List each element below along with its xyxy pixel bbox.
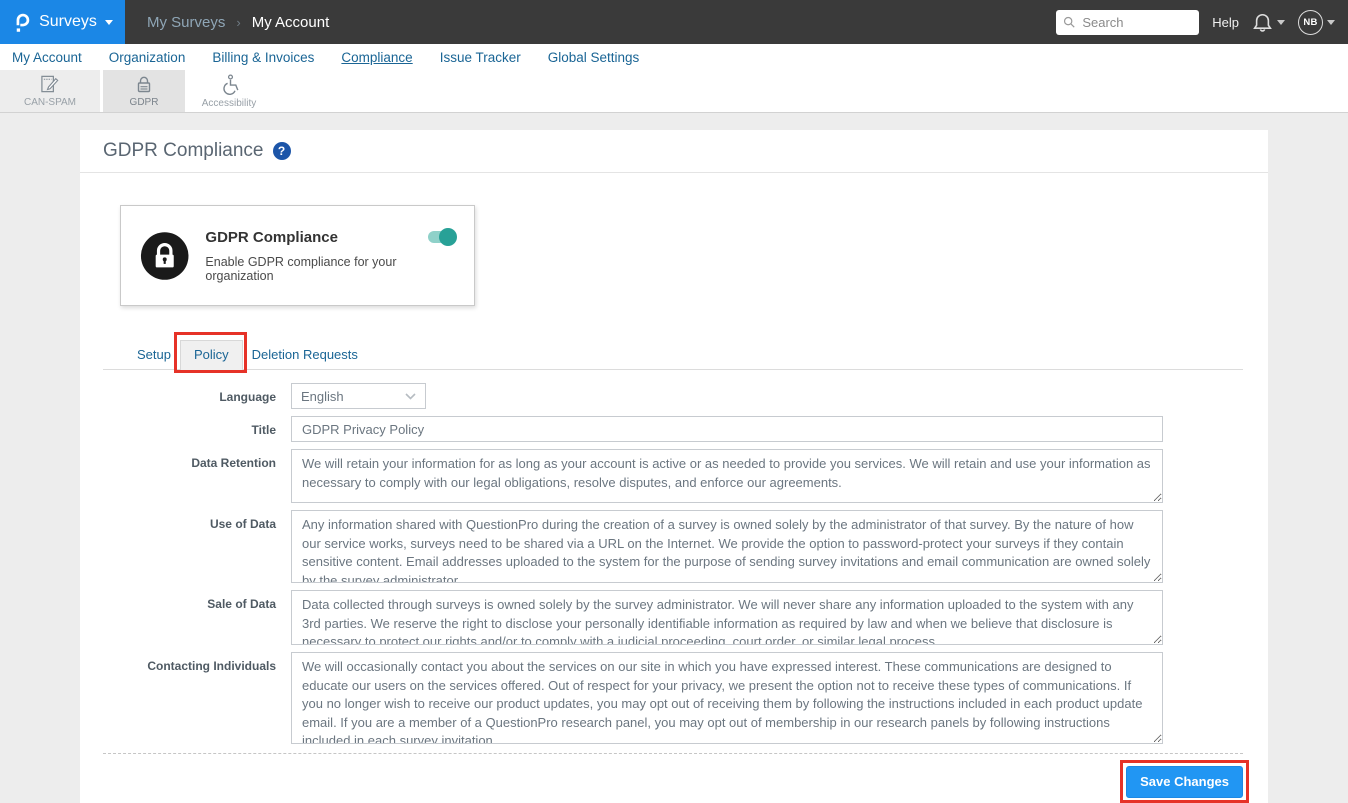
breadcrumb-parent-link[interactable]: My Surveys — [147, 14, 225, 31]
accessibility-icon — [219, 74, 239, 95]
gdpr-compliance-panel: GDPR Compliance ? GDPR Compliance Enable… — [80, 130, 1268, 803]
title-input[interactable] — [291, 416, 1163, 442]
document-pencil-icon — [40, 74, 61, 94]
contacting-individuals-label: Contacting Individuals — [80, 652, 276, 744]
contacting-individuals-textarea[interactable]: We will occasionally contact you about t… — [291, 652, 1163, 744]
compliance-section-tabs: CAN-SPAM GDPR Accessibility — [0, 70, 1348, 113]
language-select[interactable]: English — [291, 383, 426, 409]
sale-of-data-textarea[interactable]: Data collected through surveys is owned … — [291, 590, 1163, 645]
notification-bell-icon — [1252, 12, 1273, 33]
data-retention-row: Data Retention We will retain your infor… — [80, 449, 1268, 503]
data-retention-textarea[interactable]: We will retain your information for as l… — [291, 449, 1163, 503]
chevron-down-icon — [405, 393, 416, 400]
chevron-down-icon — [105, 20, 113, 25]
search-input[interactable] — [1080, 14, 1192, 31]
subnav-item-organization[interactable]: Organization — [109, 50, 186, 65]
subnav-item-global-settings[interactable]: Global Settings — [548, 50, 640, 65]
use-of-data-label: Use of Data — [80, 510, 276, 583]
language-row: Language English — [80, 383, 1268, 409]
tab-policy-wrapper: Policy — [180, 340, 243, 370]
sale-of-data-label: Sale of Data — [80, 590, 276, 645]
tab-can-spam[interactable]: CAN-SPAM — [0, 70, 100, 112]
tab-accessibility-label: Accessibility — [202, 98, 256, 109]
account-subnav: My Account Organization Billing & Invoic… — [0, 44, 1348, 70]
gdpr-toggle-switch[interactable] — [428, 231, 455, 243]
chevron-down-icon — [1327, 20, 1335, 25]
search-box[interactable] — [1056, 10, 1199, 35]
gdpr-card-description: Enable GDPR compliance for your organiza… — [205, 255, 455, 283]
subnav-item-my-account[interactable]: My Account — [12, 50, 82, 65]
lock-icon — [140, 230, 189, 282]
subnav-item-compliance[interactable]: Compliance — [341, 50, 412, 65]
gdpr-subtabs: Setup Policy Deletion Requests — [103, 340, 1243, 370]
subnav-item-issue-tracker[interactable]: Issue Tracker — [440, 50, 521, 65]
sale-of-data-row: Sale of Data Data collected through surv… — [80, 590, 1268, 645]
top-navigation-bar: Surveys My Surveys › My Account Help NB — [0, 0, 1348, 44]
panel-header: GDPR Compliance ? — [80, 130, 1268, 173]
breadcrumb-separator: › — [236, 15, 240, 30]
search-icon — [1063, 15, 1075, 29]
page-background: GDPR Compliance ? GDPR Compliance Enable… — [0, 113, 1348, 803]
surveys-menu-button[interactable]: Surveys — [0, 0, 125, 44]
breadcrumb: My Surveys › My Account — [147, 14, 329, 31]
policy-form: Language English Title Data Rete — [80, 383, 1268, 744]
data-retention-label: Data Retention — [80, 449, 276, 503]
chevron-down-icon — [1277, 20, 1285, 25]
gdpr-card-text: GDPR Compliance Enable GDPR compliance f… — [205, 229, 455, 283]
tab-deletion-requests[interactable]: Deletion Requests — [243, 341, 367, 369]
help-question-icon[interactable]: ? — [273, 142, 291, 160]
tab-can-spam-label: CAN-SPAM — [24, 97, 76, 108]
language-label: Language — [80, 383, 276, 409]
title-label: Title — [80, 416, 276, 442]
save-button-wrapper: Save Changes — [1126, 766, 1243, 798]
gdpr-enable-card: GDPR Compliance Enable GDPR compliance f… — [120, 205, 475, 306]
use-of-data-row: Use of Data Any information shared with … — [80, 510, 1268, 583]
topbar-right-controls: Help NB — [1056, 10, 1348, 35]
language-selected-value: English — [301, 389, 344, 404]
tab-gdpr-label: GDPR — [130, 97, 159, 108]
dashed-divider — [103, 753, 1243, 754]
subnav-item-billing-invoices[interactable]: Billing & Invoices — [212, 50, 314, 65]
page-title: GDPR Compliance — [103, 140, 264, 162]
help-link[interactable]: Help — [1212, 15, 1239, 30]
user-menu[interactable]: NB — [1298, 10, 1335, 35]
use-of-data-textarea[interactable]: Any information shared with QuestionPro … — [291, 510, 1163, 583]
tab-gdpr[interactable]: GDPR — [103, 70, 185, 112]
tab-policy[interactable]: Policy — [180, 340, 243, 370]
questionpro-logo-icon — [12, 11, 31, 34]
toggle-knob — [439, 228, 457, 246]
title-row: Title — [80, 416, 1268, 442]
notifications-menu[interactable] — [1252, 12, 1285, 33]
gdpr-card-title: GDPR Compliance — [205, 229, 455, 246]
contacting-individuals-row: Contacting Individuals We will occasiona… — [80, 652, 1268, 744]
tab-accessibility[interactable]: Accessibility — [185, 70, 273, 112]
surveys-menu-label: Surveys — [39, 13, 97, 31]
tab-setup[interactable]: Setup — [128, 341, 180, 369]
save-changes-button[interactable]: Save Changes — [1126, 766, 1243, 798]
save-row: Save Changes — [80, 766, 1268, 798]
avatar: NB — [1298, 10, 1323, 35]
breadcrumb-current: My Account — [252, 14, 330, 31]
padlock-icon — [134, 74, 154, 94]
